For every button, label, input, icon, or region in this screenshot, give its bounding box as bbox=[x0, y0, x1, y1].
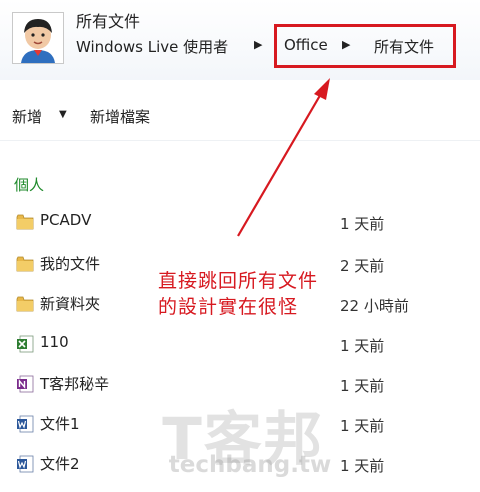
annotation-line-2: 的設計實在很怪 bbox=[158, 296, 299, 318]
annotation-text: 直接跳回所有文件 的設計實在很怪 bbox=[158, 268, 408, 320]
annotation-line-1: 直接跳回所有文件 bbox=[158, 270, 319, 292]
watermark-domain: techbang.tw bbox=[168, 452, 332, 478]
